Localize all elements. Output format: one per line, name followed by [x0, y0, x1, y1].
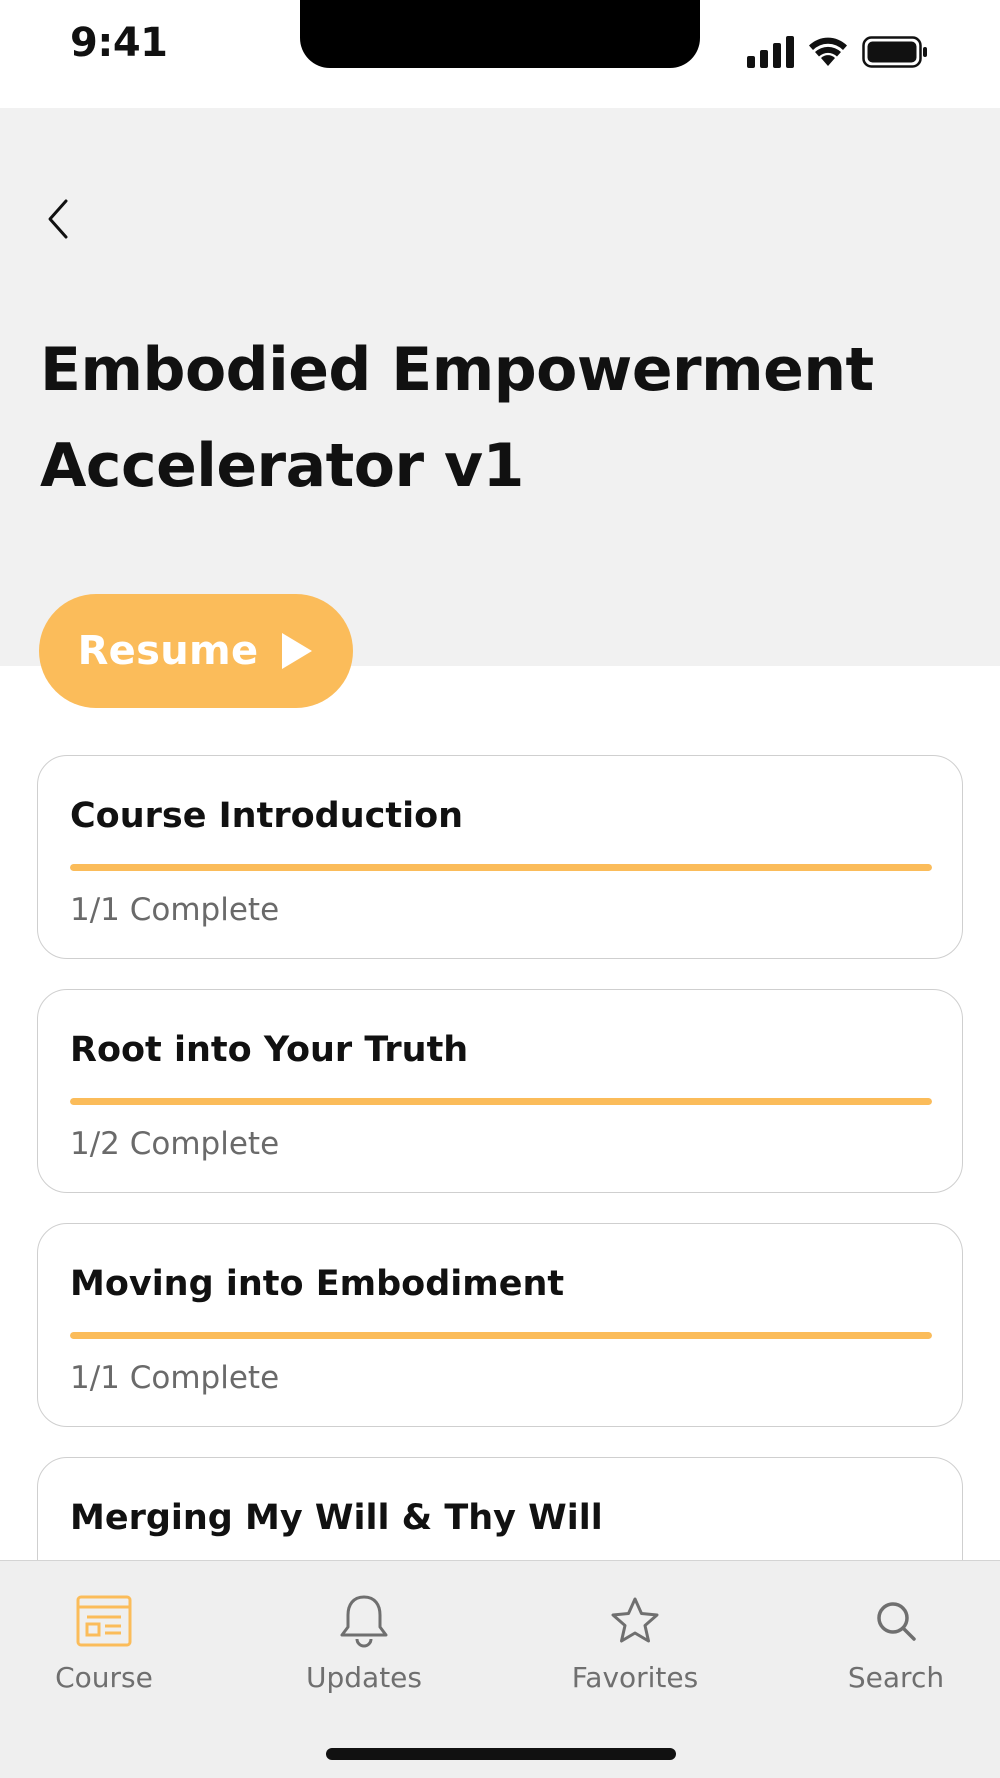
course-header: Embodied Empowerment Accelerator v1 [0, 108, 1000, 666]
module-list: Course Introduction 1/1 Complete Root in… [37, 755, 963, 1691]
module-progress-bar [70, 864, 932, 871]
home-indicator [326, 1748, 676, 1760]
module-progress-fill [70, 1332, 932, 1339]
device-notch [300, 0, 700, 68]
module-card[interactable]: Course Introduction 1/1 Complete [37, 755, 963, 959]
wifi-icon [809, 37, 847, 66]
module-title: Course Introduction [70, 796, 464, 836]
tab-label: Updates [306, 1661, 422, 1694]
module-title: Moving into Embodiment [70, 1264, 565, 1304]
module-card[interactable]: Moving into Embodiment 1/1 Complete [37, 1223, 963, 1427]
module-title: Merging My Will & Thy Will [70, 1498, 603, 1538]
tab-label: Search [847, 1661, 945, 1694]
module-status: 1/2 Complete [70, 1126, 280, 1162]
tab-label: Course [55, 1661, 153, 1694]
page-title: Embodied Empowerment Accelerator v1 [40, 335, 874, 501]
module-status: 1/1 Complete [70, 1360, 280, 1396]
tab-updates[interactable]: Updates [264, 1591, 464, 1694]
bottom-tab-bar: Course Updates Favorites Search [0, 1560, 1000, 1778]
cellular-signal-icon [747, 34, 794, 68]
tab-course[interactable]: Course [4, 1591, 204, 1694]
module-progress-bar [70, 1332, 932, 1339]
module-progress-fill [70, 1098, 932, 1105]
module-progress-fill [70, 864, 932, 871]
back-button[interactable] [34, 191, 82, 247]
resume-button[interactable]: Resume [39, 594, 353, 708]
tab-favorites[interactable]: Favorites [535, 1591, 735, 1694]
status-time: 9:41 [70, 20, 168, 66]
module-card[interactable]: Root into Your Truth 1/2 Complete [37, 989, 963, 1193]
module-progress-bar [70, 1098, 932, 1105]
course-icon [74, 1591, 134, 1651]
module-status: 1/1 Complete [70, 892, 280, 928]
search-icon [866, 1591, 926, 1651]
resume-button-label: Resume [77, 628, 259, 674]
tab-search[interactable]: Search [796, 1591, 996, 1694]
tab-label: Favorites [571, 1661, 699, 1694]
battery-icon [862, 36, 927, 68]
status-bar: 9:41 [0, 0, 1000, 108]
play-icon [282, 633, 313, 669]
bell-icon [334, 1591, 394, 1651]
module-title: Root into Your Truth [70, 1030, 469, 1070]
chevron-left-icon [48, 199, 68, 239]
status-icons [747, 28, 928, 68]
star-icon [605, 1591, 665, 1651]
